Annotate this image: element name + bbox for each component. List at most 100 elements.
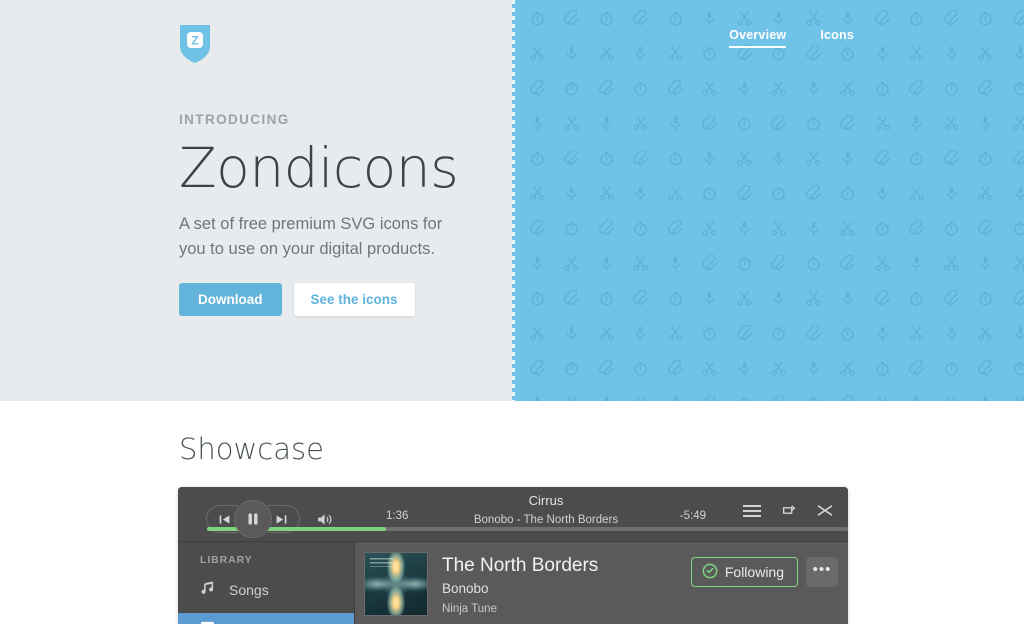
scissors-icon [693, 36, 728, 71]
track-subtitle: Bonobo - The North Borders [473, 514, 619, 526]
mail-icon [796, 141, 831, 176]
hero-left-panel: Z INTRODUCING Zondicons A set of free pr… [0, 0, 512, 401]
album-artwork [364, 552, 428, 616]
now-playing-info: Cirrus 1:36 Bonobo - The North Borders -… [386, 492, 706, 526]
tablet-2-icon [762, 316, 797, 351]
undo-icon [934, 316, 969, 351]
repeat-icon[interactable] [781, 503, 797, 518]
following-button[interactable]: Following [690, 557, 798, 587]
credit-card-icon [520, 106, 555, 141]
pie-icon [693, 316, 728, 351]
film-icon [1003, 106, 1024, 141]
news-icon [865, 141, 900, 176]
hero-section: Z INTRODUCING Zondicons A set of free pr… [0, 0, 1024, 401]
nav-link-icons[interactable]: Icons [820, 28, 854, 48]
link-icon [589, 176, 624, 211]
player-toolbar: Cirrus 1:36 Bonobo - The North Borders -… [178, 487, 848, 542]
phone-icon [520, 176, 555, 211]
skip-back-icon [1003, 71, 1024, 106]
volume-button[interactable] [316, 512, 335, 527]
elapsed-time: 1:36 [386, 510, 409, 522]
player-sidebar: LIBRARY Songs [178, 542, 355, 624]
contrast-icon [693, 71, 728, 106]
smile-icon [796, 211, 831, 246]
lock-2-icon [658, 246, 693, 281]
cog-icon [727, 106, 762, 141]
grid-icon [624, 386, 659, 401]
forbidden-icon [693, 281, 728, 316]
player-body: LIBRARY Songs The North Borders Bonobo N… [178, 542, 848, 624]
clock-icon [555, 351, 590, 386]
list-icon [934, 211, 969, 246]
filter-icon [658, 106, 693, 141]
icon-showcase-panel [512, 0, 1024, 401]
showcase-heading: Showcase [179, 432, 324, 466]
keyboard-icon [693, 211, 728, 246]
list-2-icon [796, 246, 831, 281]
list-icon[interactable] [743, 504, 761, 518]
bold-icon [865, 246, 900, 281]
list-3-icon [1003, 316, 1024, 351]
refresh-icon [900, 71, 935, 106]
crop-icon [624, 106, 659, 141]
camera-2-icon [762, 246, 797, 281]
stopwatch-icon [658, 351, 693, 386]
menu-icon [900, 141, 935, 176]
shuffle-icon[interactable] [817, 503, 834, 518]
download-button[interactable]: Download [179, 283, 282, 316]
lifebuoy-icon [934, 141, 969, 176]
trophy-icon [865, 176, 900, 211]
thumbs-up-icon [555, 36, 590, 71]
home-2-icon [727, 316, 762, 351]
image-icon [831, 106, 866, 141]
printer-icon [555, 386, 590, 401]
sidebar-item-songs[interactable]: Songs [178, 574, 354, 605]
camera-icon [796, 106, 831, 141]
add-box-icon [934, 176, 969, 211]
bluetooth-icon [900, 106, 935, 141]
track-title: Cirrus [528, 493, 564, 508]
track-meta-row: 1:36 Bonobo - The North Borders -5:49 [386, 510, 706, 526]
news-2-icon [762, 176, 797, 211]
accessibility-icon [796, 316, 831, 351]
microphone-icon [520, 36, 555, 71]
location-2-icon [589, 106, 624, 141]
music-note-icon [969, 71, 1004, 106]
eye-icon [796, 281, 831, 316]
zondicons-shield-logo-icon[interactable]: Z [178, 22, 212, 64]
see-the-icons-button[interactable]: See the icons [293, 283, 415, 316]
close-outline-icon [831, 71, 866, 106]
grid-5-icon [624, 316, 659, 351]
star-icon [865, 316, 900, 351]
paperclip-icon [1003, 351, 1024, 386]
battery-icon [831, 176, 866, 211]
shield-icon [589, 141, 624, 176]
album-record-label: Ninja Tune [442, 603, 497, 615]
at-icon [900, 281, 935, 316]
more-options-button[interactable]: ••• [806, 557, 838, 587]
globe-2-icon [865, 106, 900, 141]
home-icon [658, 211, 693, 246]
clipboard-icon [658, 141, 693, 176]
ticket-icon [969, 316, 1004, 351]
nav-link-overview[interactable]: Overview [729, 28, 787, 48]
bell-icon [900, 351, 935, 386]
compass-2-icon [762, 281, 797, 316]
album-title: The North Borders [442, 555, 599, 576]
sidebar-item-albums[interactable] [178, 613, 354, 624]
volume-low-icon [969, 386, 1004, 401]
map-pin-icon [934, 71, 969, 106]
pie-chart-icon [727, 386, 762, 401]
player-option-icons [743, 503, 834, 518]
laptop-icon [865, 351, 900, 386]
share-icon [520, 211, 555, 246]
play-pause-button[interactable] [234, 500, 272, 538]
headphones-icon [693, 141, 728, 176]
archive-icon [693, 246, 728, 281]
cut-icon [693, 1, 728, 36]
info-icon [900, 176, 935, 211]
thumbs-up-icon [693, 386, 728, 401]
play-circle-icon [831, 316, 866, 351]
globe-icon [762, 106, 797, 141]
progress-bar[interactable] [207, 527, 848, 531]
